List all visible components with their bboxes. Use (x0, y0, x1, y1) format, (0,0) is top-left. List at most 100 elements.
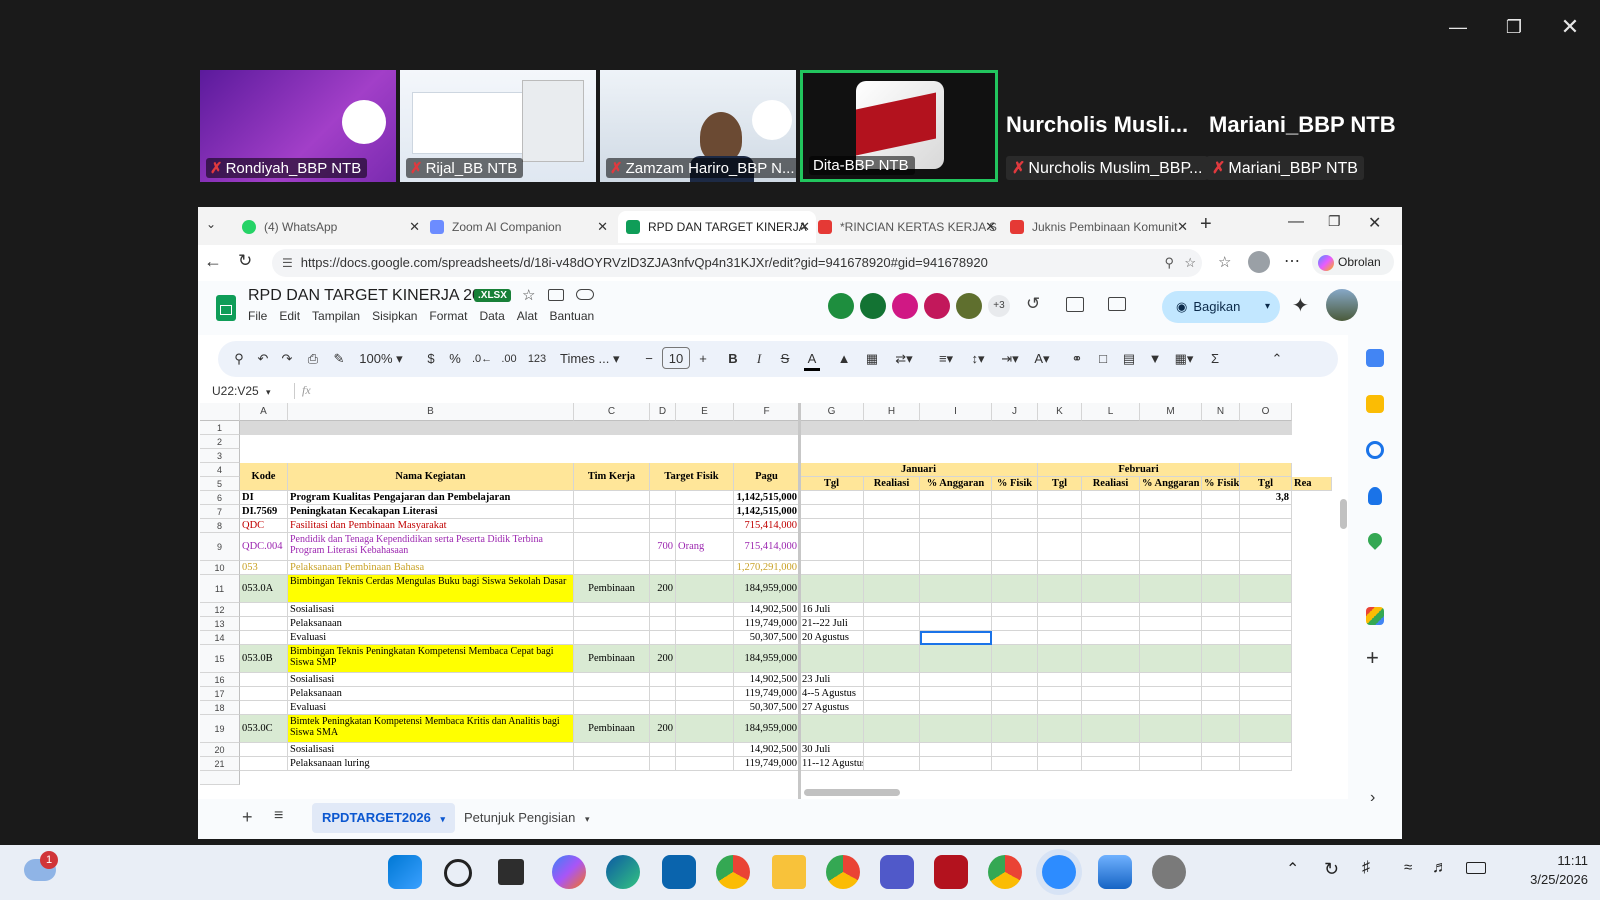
cell-pagu[interactable]: 119,749,000 (734, 757, 800, 771)
cell-pagu[interactable]: 50,307,500 (734, 631, 800, 645)
header-tim-kerja[interactable]: Tim Kerja (574, 463, 650, 491)
sheet-tab-dropdown-icon[interactable]: ▾ (440, 814, 445, 824)
row-header[interactable]: 12 (200, 603, 240, 617)
cell[interactable] (1202, 603, 1240, 617)
cell[interactable] (992, 701, 1038, 715)
minimize-icon[interactable]: — (1438, 12, 1478, 42)
row-header[interactable]: 18 (200, 701, 240, 715)
cell-nama-kegiatan[interactable]: Bimtek Peningkatan Kompetensi Membaca Kr… (288, 715, 574, 743)
zoom-select[interactable]: 100% ▾ (356, 350, 406, 368)
row-header[interactable]: 10 (200, 561, 240, 575)
cell-tim-kerja[interactable] (574, 701, 650, 715)
browser-close-icon[interactable]: ✕ (1368, 213, 1381, 233)
cell-satuan[interactable] (676, 575, 734, 603)
cell[interactable] (864, 519, 920, 533)
cell[interactable] (1038, 631, 1082, 645)
column-header[interactable]: K (1038, 403, 1082, 421)
cell[interactable] (1140, 757, 1202, 771)
cell[interactable] (1038, 687, 1082, 701)
show-hidden-icons-icon[interactable]: ⌃ (1286, 859, 1299, 879)
column-header[interactable]: A (240, 403, 288, 421)
cell[interactable] (992, 757, 1038, 771)
paint-format-icon[interactable]: ✎ (330, 350, 348, 368)
add-sheet-icon[interactable]: + (242, 807, 253, 828)
all-sheets-icon[interactable]: ≡ (274, 807, 283, 825)
cell-kode[interactable] (240, 687, 288, 701)
search-taskbar-icon[interactable] (444, 859, 472, 887)
header-maret[interactable] (1240, 463, 1292, 477)
borders-icon[interactable]: ▦ (864, 350, 880, 368)
cell[interactable] (1240, 701, 1292, 715)
cell[interactable] (920, 505, 992, 519)
cell[interactable] (920, 533, 992, 561)
column-header[interactable]: E (676, 403, 734, 421)
url-field[interactable]: ☰ https://docs.google.com/spreadsheets/d/… (272, 249, 1202, 277)
favorites-icon[interactable]: ☆ (1218, 253, 1231, 271)
cell[interactable] (1082, 617, 1140, 631)
cell[interactable] (992, 645, 1038, 673)
cell-tim-kerja[interactable] (574, 687, 650, 701)
cell[interactable] (1082, 561, 1140, 575)
row-header[interactable]: 4 (200, 463, 240, 477)
cell[interactable] (992, 715, 1038, 743)
cell[interactable] (1038, 645, 1082, 673)
row-header[interactable]: 20 (200, 743, 240, 757)
cell[interactable] (1240, 533, 1292, 561)
cell-pagu[interactable]: 50,307,500 (734, 701, 800, 715)
insert-chart-icon[interactable]: ▤ (1120, 350, 1138, 368)
start-icon[interactable] (388, 855, 422, 889)
menu-insert[interactable]: Sisipkan (372, 309, 417, 323)
cell[interactable] (1240, 715, 1292, 743)
cell[interactable] (1140, 673, 1202, 687)
cell[interactable] (1202, 673, 1240, 687)
gemini-icon[interactable]: ✦ (1292, 293, 1309, 318)
search-icon[interactable]: ⚲ (230, 350, 248, 368)
vertical-scrollbar[interactable] (1340, 499, 1347, 529)
cell[interactable] (1038, 715, 1082, 743)
cell[interactable] (1082, 757, 1140, 771)
cell[interactable] (1202, 617, 1240, 631)
cell-kode[interactable] (240, 701, 288, 715)
participant-tile[interactable]: ✗ Rondiyah_BBP NTB (200, 70, 396, 182)
microphone-icon[interactable]: ♯ (1362, 859, 1370, 877)
cell-kode[interactable]: 053 (240, 561, 288, 575)
site-info-icon[interactable]: ☰ (282, 256, 293, 270)
cell-tim-kerja[interactable]: Pembinaan (574, 575, 650, 603)
zoom-icon[interactable] (1042, 855, 1076, 889)
currency-icon[interactable]: $ (424, 350, 438, 368)
cell[interactable] (1038, 505, 1082, 519)
column-header[interactable]: B (288, 403, 574, 421)
cell-pagu[interactable]: 1,142,515,000 (734, 505, 800, 519)
tab-zoom-ai[interactable]: Zoom AI Companion ✕ (430, 211, 614, 243)
cell-target[interactable] (650, 561, 676, 575)
header-anggaran[interactable]: % Anggaran (1140, 477, 1202, 491)
collaborator-avatar[interactable] (924, 293, 950, 319)
row-header[interactable]: 13 (200, 617, 240, 631)
cell[interactable] (1038, 673, 1082, 687)
bold-icon[interactable]: B (726, 350, 740, 368)
cell[interactable] (1202, 757, 1240, 771)
cell-kode[interactable] (240, 673, 288, 687)
cell[interactable] (864, 617, 920, 631)
column-header[interactable]: H (864, 403, 920, 421)
cell[interactable] (1038, 743, 1082, 757)
cell-nama-kegiatan[interactable]: Bimbingan Teknis Peningkatan Kompetensi … (288, 645, 574, 673)
cell[interactable] (1140, 575, 1202, 603)
close-tab-icon[interactable]: ✕ (985, 219, 996, 235)
cell-satuan[interactable] (676, 631, 734, 645)
cell-kode[interactable]: 053.0C (240, 715, 288, 743)
increase-font-icon[interactable]: + (696, 350, 710, 368)
cell[interactable] (864, 701, 920, 715)
addon-icon[interactable] (1366, 607, 1384, 625)
cell[interactable] (1202, 533, 1240, 561)
share-dropdown-icon[interactable]: ▾ (1265, 291, 1270, 323)
cell[interactable] (1082, 673, 1140, 687)
account-avatar[interactable] (1326, 289, 1358, 321)
cell[interactable] (864, 743, 920, 757)
cell-satuan[interactable] (676, 603, 734, 617)
header-januari[interactable]: Januari (800, 463, 1038, 477)
contacts-icon[interactable] (1368, 487, 1382, 505)
cell-target[interactable] (650, 491, 676, 505)
cell[interactable] (920, 603, 992, 617)
cell-kode[interactable] (240, 617, 288, 631)
